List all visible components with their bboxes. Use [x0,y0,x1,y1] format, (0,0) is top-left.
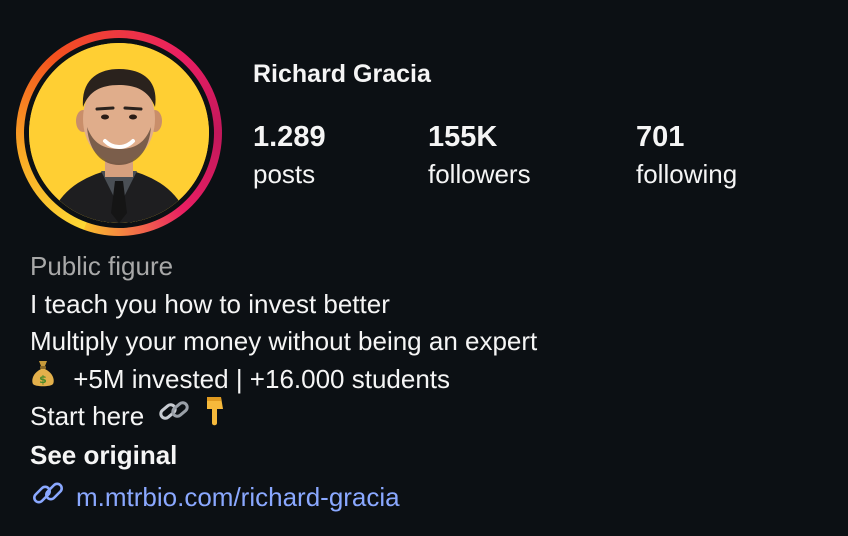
bio-line-3-text: +5M invested | +16.000 students [73,363,451,394]
link-icon [157,396,191,437]
following-count: 701 [636,121,685,153]
bio-line-1: I teach you how to invest better [30,288,390,319]
posts-label: posts [253,159,316,189]
avatar-photo [29,43,209,223]
svg-text:$: $ [39,373,47,386]
bio-line-4-text: Start here [30,401,145,432]
following-label: following [636,159,738,189]
see-original-button[interactable]: See original [30,437,537,475]
posts-count: 1.289 [253,121,326,153]
bio-line-2: Multiply your money without being an exp… [30,326,538,356]
money-bag-icon: $ [30,358,56,399]
profile-bio: Public figure I teach you how to invest … [30,248,537,519]
posts-stat[interactable]: 1.289 posts [253,120,326,194]
followers-stat[interactable]: 155K followers [428,120,531,194]
story-ring[interactable] [16,30,222,236]
link-icon [30,477,66,520]
story-ring-gap [24,38,214,228]
category-label: Public figure [30,251,174,281]
pointing-down-icon [203,395,227,438]
followers-label: followers [428,159,531,189]
following-stat[interactable]: 701 following [636,120,737,194]
profile-username: Richard Gracia [253,60,431,88]
bio-link-text[interactable]: m.mtrbio.com/richard-gracia [76,479,400,517]
followers-count: 155K [428,121,498,153]
bio-line-4: Start here [30,395,537,438]
avatar[interactable] [29,43,209,223]
bio-link[interactable]: m.mtrbio.com/richard-gracia [30,477,537,520]
bio-line-3: $ +5M invested | +16.000 students [30,358,537,399]
